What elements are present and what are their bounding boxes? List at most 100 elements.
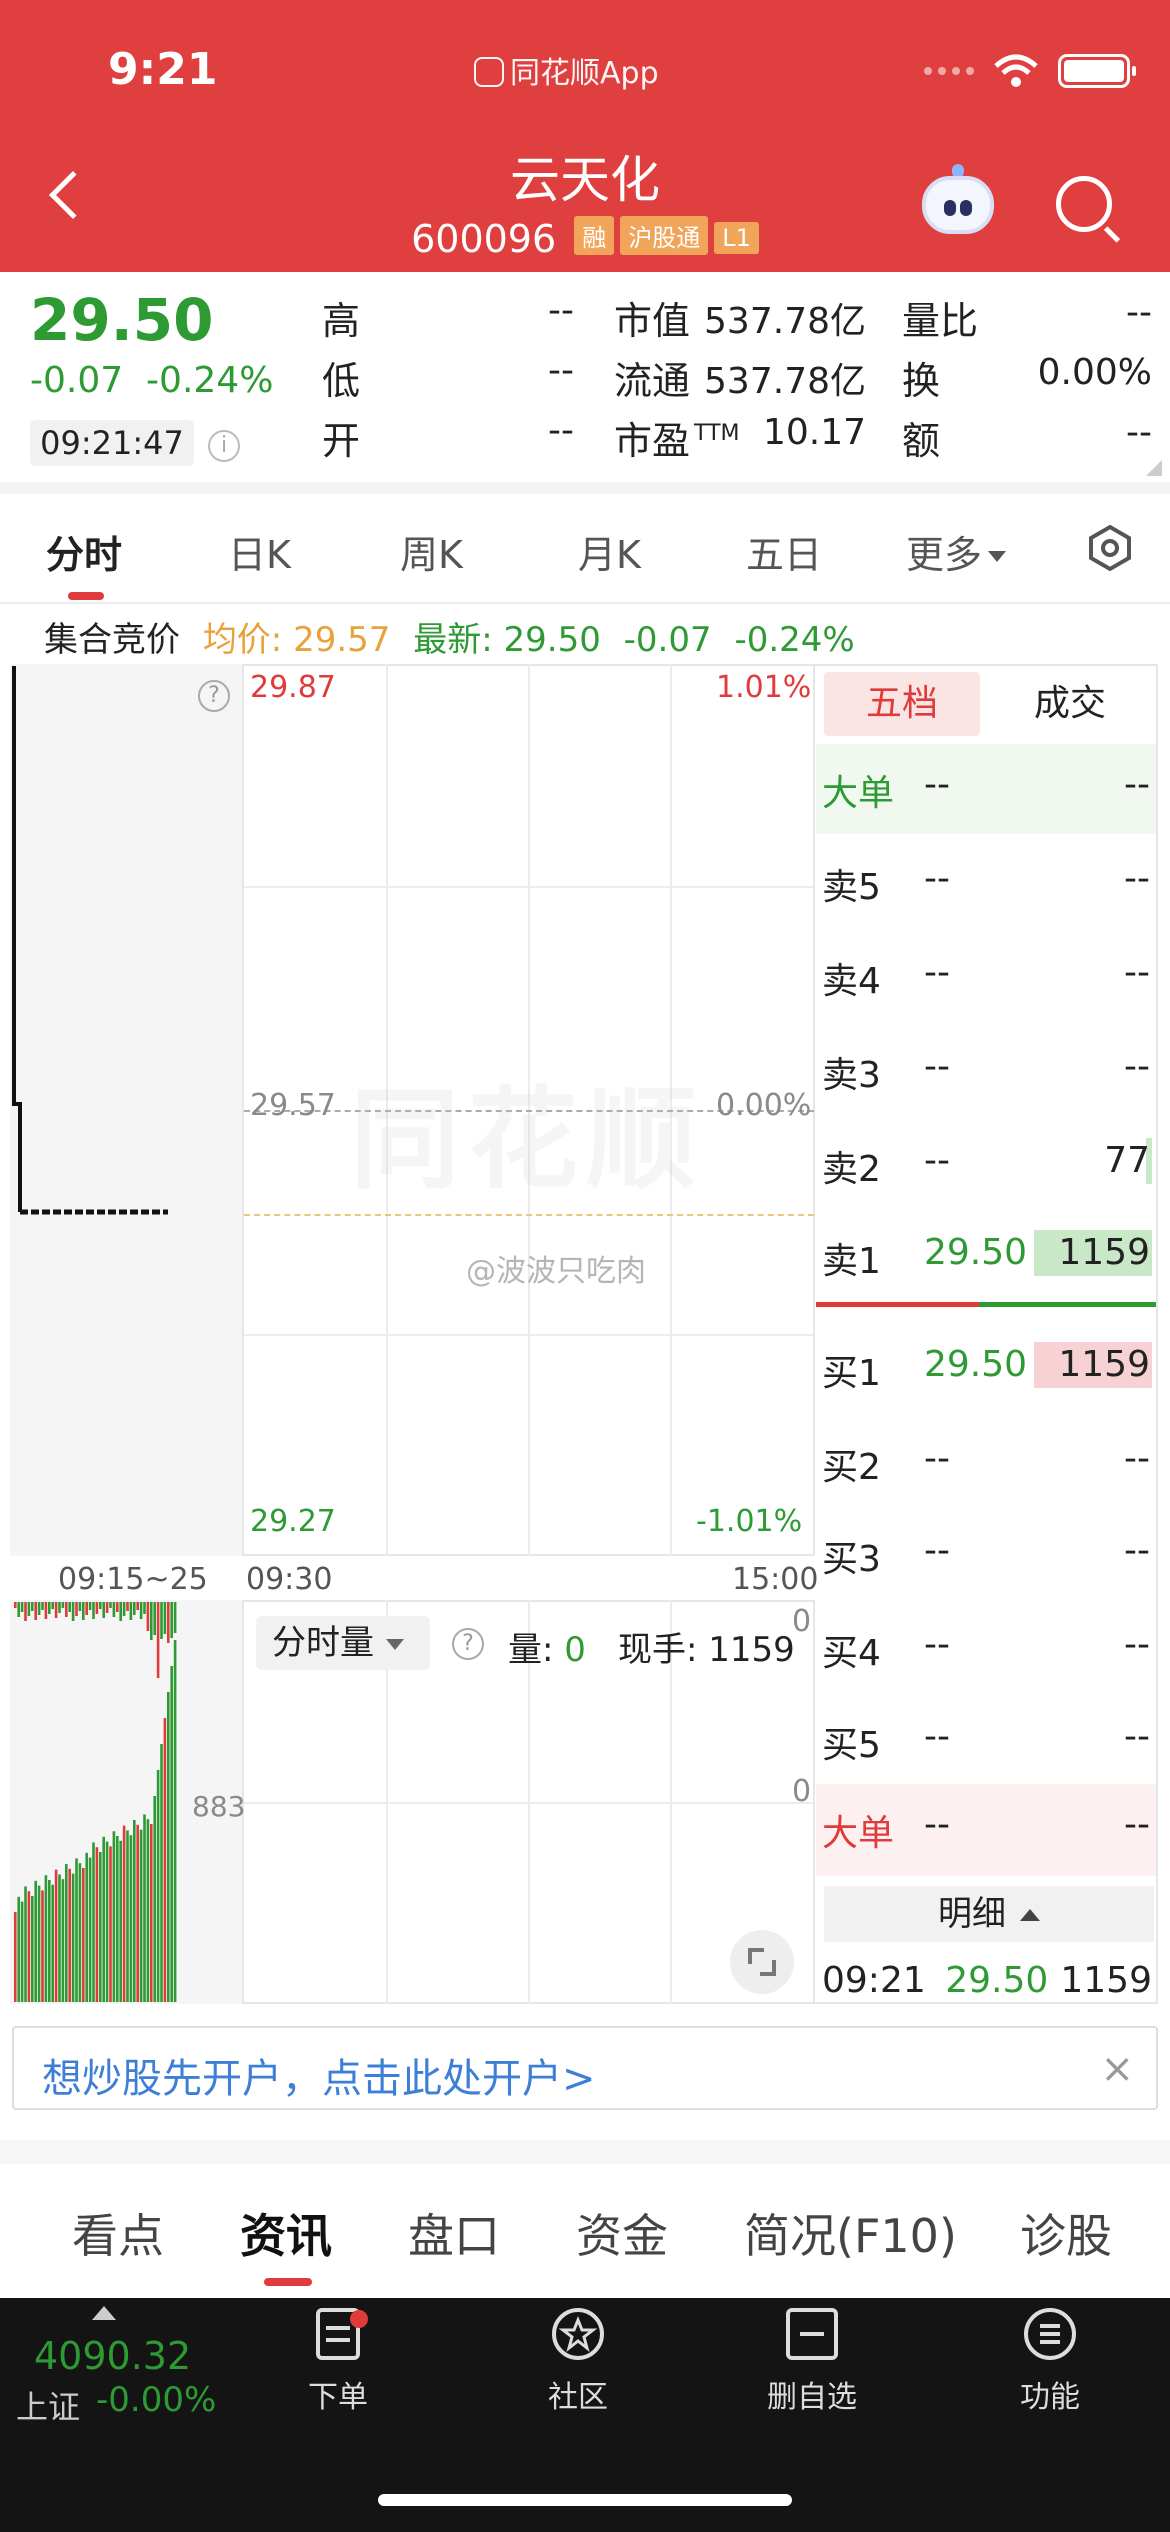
latest-change: -0.07: [623, 620, 712, 660]
tab-divider: [0, 602, 1170, 604]
volume-bar-top: [24, 1602, 27, 1621]
banner-text[interactable]: 想炒股先开户，点击此处开户>: [42, 2046, 596, 2104]
volume-bar-bottom: [116, 1836, 119, 2002]
tab-news[interactable]: 资讯: [240, 2200, 332, 2266]
row-price: --: [924, 1438, 950, 1479]
chart-mid-price: 29.57: [250, 1088, 336, 1123]
index-value[interactable]: 4090.32: [34, 2334, 191, 2378]
row-price: --: [924, 1716, 950, 1757]
volume-bar-bottom: [160, 1744, 163, 2002]
mcap-value: 537.78亿: [704, 301, 866, 342]
bid-1-row: 买1 29.50 1159: [816, 1324, 1156, 1404]
volume-bar-bottom: [112, 1831, 116, 2002]
volume-bar-top: [37, 1602, 41, 1615]
volume-ratio-label: 量比: [902, 299, 979, 343]
weibo-watermark: @波波只吃肉: [466, 1254, 646, 1289]
tab-order-book[interactable]: 盘口: [408, 2200, 500, 2266]
volume-bar-bottom: [65, 1864, 68, 2002]
volume-bar-bottom: [20, 1901, 24, 2002]
volume-bar-top: [34, 1602, 37, 1620]
volume-bar-bottom: [51, 1884, 54, 2002]
float-value: 537.78亿: [704, 361, 866, 402]
tab-highlights[interactable]: 看点: [72, 2200, 164, 2266]
volume-bar-bottom: [54, 1869, 58, 2002]
volume-bar-top: [102, 1602, 105, 1618]
fullscreen-icon[interactable]: [730, 1930, 794, 1994]
row-price: --: [924, 1624, 950, 1665]
time-close: 15:00: [732, 1562, 819, 1597]
open-account-banner[interactable]: 想炒股先开户，点击此处开户> ×: [12, 2026, 1158, 2110]
tabbar-functions[interactable]: 功能: [980, 2306, 1120, 2416]
auction-label: 集合竞价: [44, 620, 180, 660]
tab-more[interactable]: 更多: [906, 524, 1007, 579]
row-price: --: [924, 952, 950, 993]
row-volume: 77: [1104, 1140, 1150, 1181]
volume-bar-bottom: [167, 1692, 170, 2002]
tabbar-community[interactable]: 社区: [508, 2306, 648, 2416]
volume-label: 量:: [508, 1630, 554, 1670]
tabbar-remove-watchlist[interactable]: 删自选: [742, 2306, 882, 2416]
row-volume: --: [1124, 1716, 1150, 1757]
volume-bar-bottom: [58, 1874, 61, 2002]
close-icon[interactable]: ×: [1100, 2046, 1134, 2092]
volume-bar-top: [27, 1602, 31, 1616]
index-name[interactable]: 上证: [16, 2382, 80, 2428]
tab-trades[interactable]: 成交: [990, 672, 1150, 736]
help-icon[interactable]: ?: [452, 1628, 484, 1660]
info-icon[interactable]: i: [208, 430, 240, 462]
volume-bar-bottom: [82, 1868, 85, 2002]
tab-monthly-k[interactable]: 月K: [578, 524, 641, 579]
volume-bar-top: [65, 1602, 68, 1617]
tab-five-day[interactable]: 五日: [746, 524, 822, 579]
volume-bar-top: [88, 1602, 92, 1610]
volume-bar-bottom: [48, 1880, 51, 2002]
trade-volume: 1159: [1060, 1960, 1152, 2001]
volume-bar-top: [160, 1602, 163, 1639]
volume-bar-top: [85, 1602, 88, 1615]
volume-bar-bottom: [85, 1852, 88, 2002]
volume-bar-bottom: [68, 1868, 71, 2002]
status-indicators: [924, 54, 1136, 88]
volume-type-select[interactable]: 分时量: [256, 1616, 430, 1670]
tab-f10-profile[interactable]: 简况(F10): [744, 2200, 957, 2266]
tab-diagnosis[interactable]: 诊股: [1020, 2200, 1112, 2266]
robot-assistant-icon[interactable]: [922, 176, 994, 234]
expand-corner-icon[interactable]: [1146, 460, 1162, 476]
detail-toggle[interactable]: 明细: [824, 1886, 1154, 1942]
tab-weekly-k[interactable]: 周K: [400, 524, 463, 579]
grid-line: [244, 1334, 814, 1336]
volume-bar-bottom: [34, 1880, 37, 2002]
volume-bar-bottom: [156, 1770, 160, 2002]
grid-line: [244, 886, 814, 888]
settings-hex-icon[interactable]: [1086, 524, 1134, 572]
help-icon[interactable]: ?: [198, 680, 230, 712]
signal-icon: [924, 67, 974, 75]
tab-daily-k[interactable]: 日K: [228, 524, 291, 579]
row-label: 卖2: [822, 1149, 881, 1190]
current-hand-label: 现手:: [618, 1630, 698, 1670]
volume-bar-top: [126, 1602, 129, 1611]
tabbar-order[interactable]: 下单: [268, 2306, 408, 2416]
volume-bar-top: [31, 1602, 34, 1611]
row-price: --: [924, 1046, 950, 1087]
volume-bar-top: [105, 1602, 109, 1613]
chart-top-price: 29.87: [250, 670, 336, 705]
open-label: 开: [322, 419, 361, 463]
tab-five-levels[interactable]: 五档: [824, 672, 980, 736]
volume-bar-top: [75, 1602, 78, 1616]
volume-bar-top: [58, 1602, 61, 1613]
tab-capital-flow[interactable]: 资金: [576, 2200, 668, 2266]
volume-bar-top: [109, 1602, 112, 1608]
index-expand-icon[interactable]: [92, 2306, 116, 2320]
chevron-down-icon: [988, 551, 1007, 562]
big-order-buy-row: 大单 -- --: [816, 744, 1156, 834]
high-label: 高: [322, 299, 361, 343]
volume-bar-bottom: [71, 1873, 75, 2002]
row-label: 大单: [822, 1813, 895, 1854]
index-change[interactable]: -0.00%: [96, 2380, 216, 2420]
home-indicator[interactable]: [378, 2494, 792, 2506]
volume-bar-bottom: [102, 1836, 105, 2002]
tab-intraday[interactable]: 分时: [46, 524, 122, 579]
volume-bar-top: [119, 1602, 122, 1621]
search-icon[interactable]: [1056, 176, 1112, 232]
